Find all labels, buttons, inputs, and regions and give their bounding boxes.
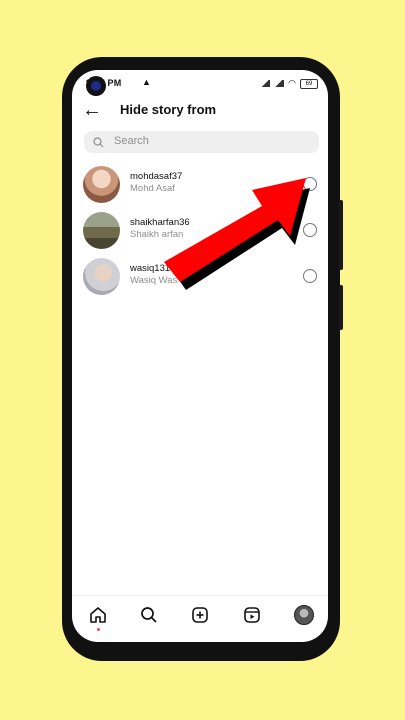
full-name: Shaikh arfan [130,229,184,240]
bottom-nav [72,595,328,634]
front-camera [86,76,106,96]
signal-icon [260,80,271,87]
avatar [83,166,120,203]
phone-power-button [339,285,343,330]
profile-avatar[interactable] [294,605,314,625]
select-radio[interactable] [303,269,317,283]
avatar [83,212,120,249]
list-item[interactable]: shaikharfan36 Shaikh arfan [72,209,328,253]
signal-icon-2 [274,80,285,87]
search-icon[interactable] [139,605,159,625]
status-bar: 9:_7 PM ▲ ◠ 69 [72,70,328,96]
username: mohdasaf37 [130,171,183,182]
status-icons: ◠ 69 [260,78,318,89]
search-icon [93,137,104,148]
create-icon[interactable] [190,605,210,625]
phone-volume-button [339,200,343,270]
username: wasiq131 [130,263,171,274]
arrow-left-icon[interactable]: ← [82,98,102,122]
reels-icon[interactable] [242,605,262,625]
avatar [83,258,120,295]
phone-screen: 9:_7 PM ▲ ◠ 69 ← Hide story from Search … [72,70,328,642]
list-item[interactable]: wasiq131 Wasiq Was [72,255,328,299]
page-title: Hide story from [120,102,217,117]
warning-icon: ▲ [142,77,151,87]
home-icon[interactable] [88,605,108,625]
notification-dot [97,628,100,631]
page-header: ← Hide story from [72,98,328,124]
select-radio[interactable] [303,177,317,191]
full-name: Wasiq Was [130,275,178,286]
select-radio[interactable] [303,223,317,237]
wifi-icon: ◠ [288,78,296,88]
battery-icon: 69 [300,78,318,89]
search-placeholder: Search [114,135,149,147]
list-item[interactable]: mohdasaf37 Mohd Asaf [72,163,328,207]
username: shaikharfan36 [130,217,190,228]
full-name: Mohd Asaf [130,183,175,194]
search-input[interactable]: Search [84,131,319,153]
